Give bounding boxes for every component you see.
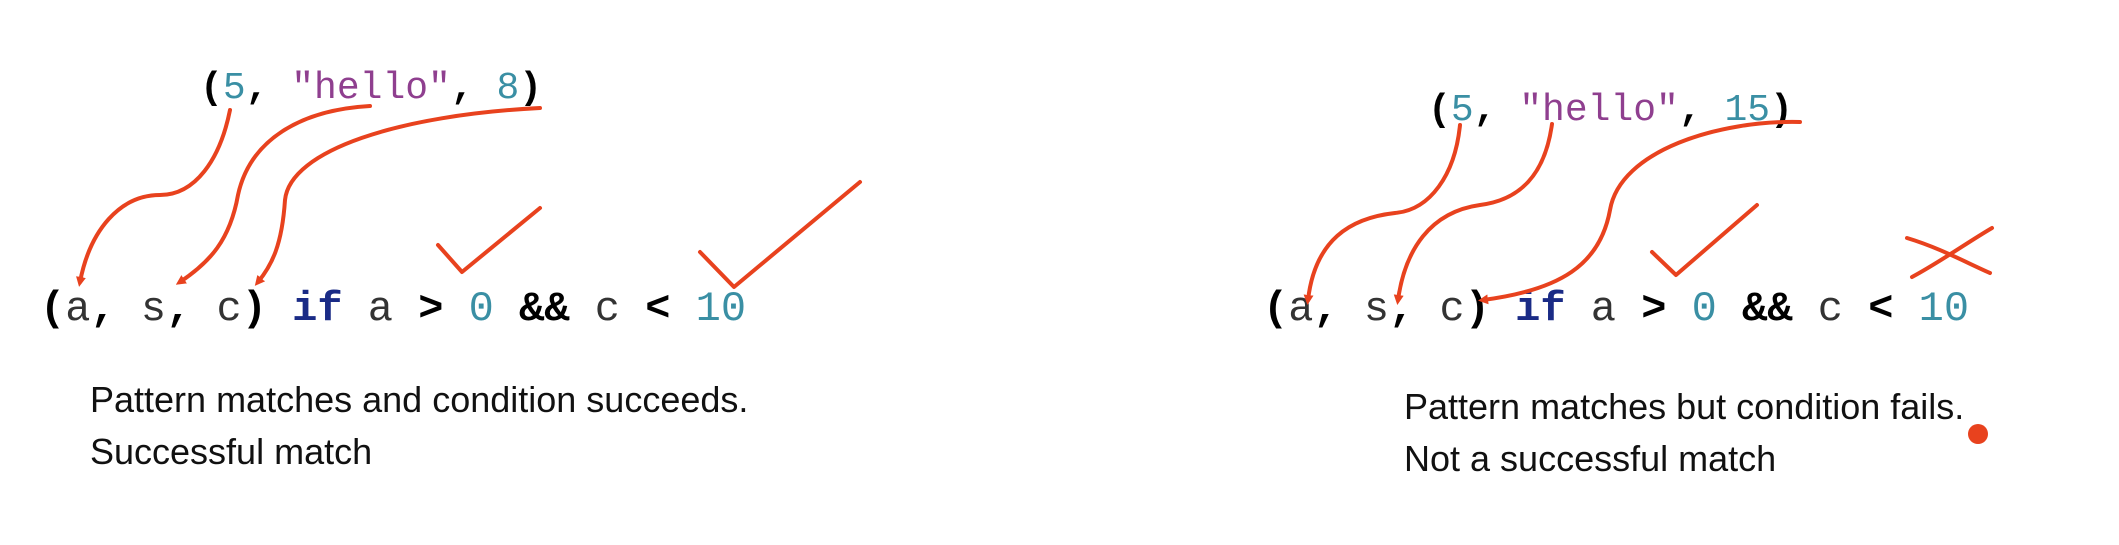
right-pattern-open-paren: ( [1263,285,1289,333]
left-tuple-item-3: 8 [496,67,520,110]
right-pattern-with-guard: (a, s, c) if a > 0 && c < 10 [1263,288,1969,330]
right-guard-operator-gt: > [1641,285,1667,333]
left-guard-rhs: c [594,285,620,333]
left-tuple-value: (5, "hello", 8) [200,70,542,108]
right-guard-keyword: if [1515,285,1566,333]
left-guard-keyword: if [292,285,343,333]
right-pattern-separator-1: , [1313,285,1364,333]
left-guard-ten: 10 [695,285,747,333]
right-pattern-separator-2: , [1389,285,1440,333]
left-guard-lhs: a [367,285,394,333]
left-tuple-item-2: "hello" [291,67,451,110]
right-tuple-open-paren: ( [1428,89,1451,132]
right-guard-zero: 0 [1691,285,1717,333]
left-pattern-close-paren: ) [241,285,267,333]
left-pattern-open-paren: ( [40,285,66,333]
right-guard-ten: 10 [1918,285,1970,333]
right-guard-lhs: a [1590,285,1617,333]
left-pattern-var-c: c [216,285,242,333]
left-pattern-var-a: a [65,285,91,333]
right-guard-operator-lt: < [1868,285,1894,333]
right-tuple-item-2: "hello" [1519,89,1679,132]
right-caption-line-2: Not a successful match [1404,438,1777,479]
left-caption: Pattern matches and condition succeeds. … [90,374,748,478]
right-pattern-var-s: s [1363,285,1390,333]
right-guard-and: && [1742,285,1793,333]
left-pattern-separator-2: , [166,285,217,333]
left-guard-operator-lt: < [645,285,671,333]
right-example-panel: (5, "hello", 15) (a, s, c) if a > 0 && c… [1060,0,2119,545]
right-tuple-item-1: 5 [1450,89,1474,132]
left-guard-zero: 0 [468,285,494,333]
left-tuple-separator-1: , [245,67,292,110]
left-guard-and: && [519,285,570,333]
left-guard-operator-gt: > [418,285,444,333]
right-caption-line-1: Pattern matches but condition fails. [1404,386,1965,427]
right-tuple-item-3: 15 [1724,89,1771,132]
left-tuple-separator-2: , [450,67,497,110]
right-tuple-separator-2: , [1678,89,1725,132]
left-tuple-close-paren: ) [519,67,543,110]
right-tuple-value: (5, "hello", 15) [1428,92,1793,130]
right-pattern-close-paren: ) [1464,285,1490,333]
right-tuple-separator-1: , [1473,89,1520,132]
right-pattern-var-c: c [1439,285,1465,333]
right-tuple-close-paren: ) [1770,89,1793,132]
right-guard-rhs: c [1817,285,1843,333]
left-tuple-open-paren: ( [200,67,223,110]
left-pattern-with-guard: (a, s, c) if a > 0 && c < 10 [40,288,746,330]
left-pattern-separator-1: , [90,285,141,333]
left-caption-line-2: Successful match [90,431,373,472]
left-tuple-item-1: 5 [222,67,246,110]
left-pattern-var-s: s [140,285,167,333]
right-pattern-var-a: a [1288,285,1314,333]
right-caption: Pattern matches but condition fails. Not… [1404,381,1964,485]
left-example-panel: (5, "hello", 8) (a, s, c) if a > 0 && c … [0,0,1060,545]
left-caption-line-1: Pattern matches and condition succeeds. [90,379,749,420]
